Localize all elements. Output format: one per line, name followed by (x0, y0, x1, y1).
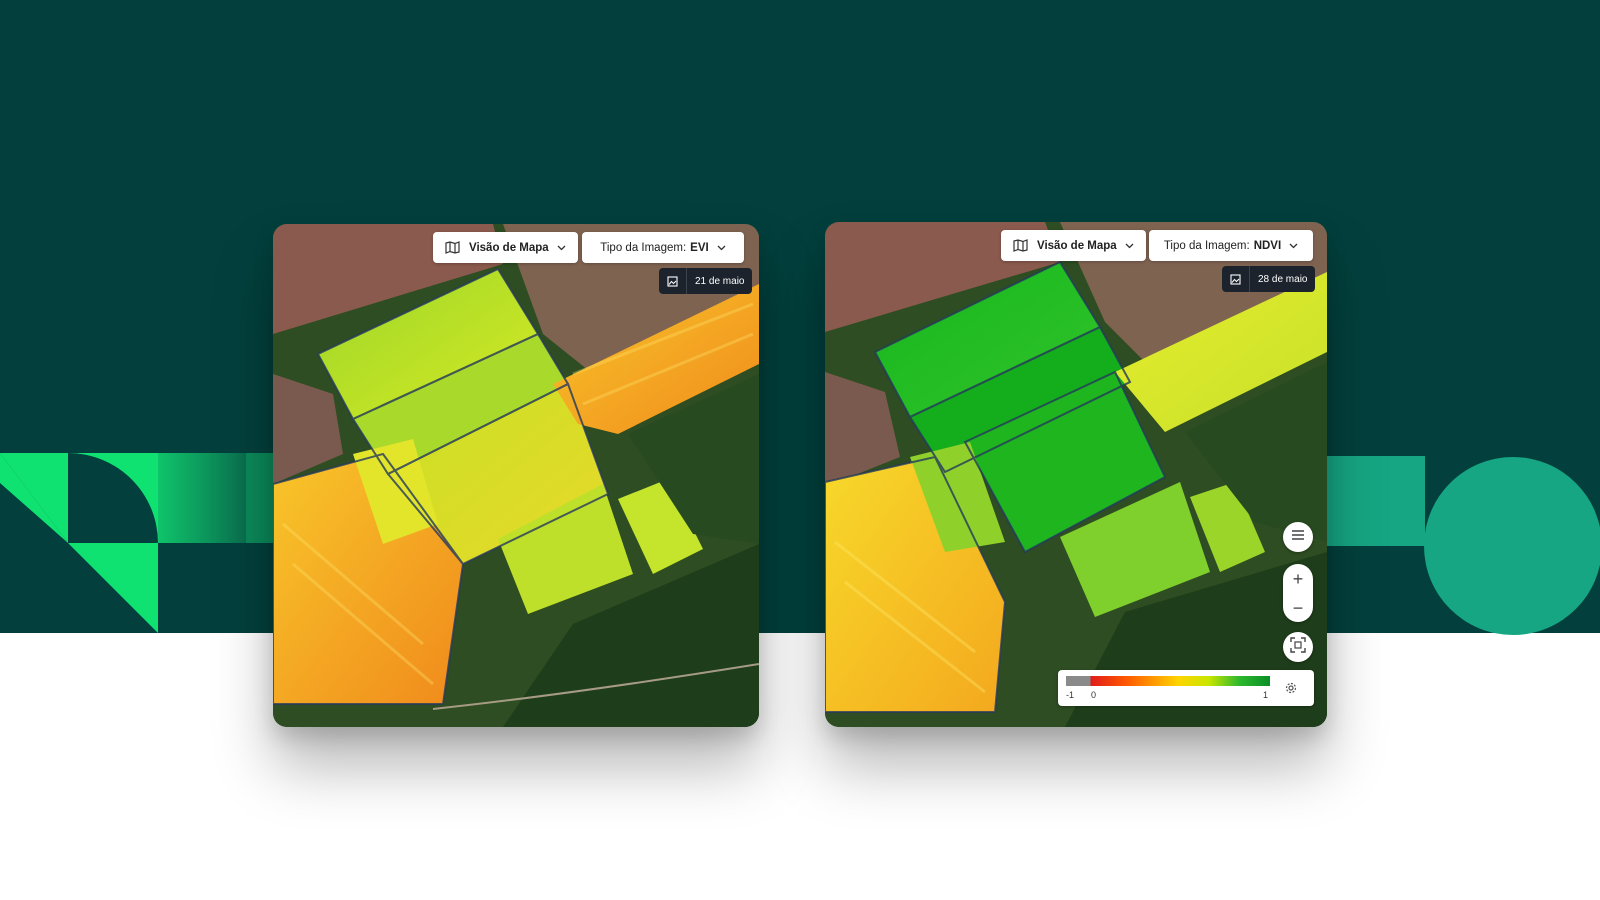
zoom-controls: + − (1283, 564, 1313, 622)
map-icon (1013, 239, 1028, 252)
chevron-down-icon (557, 245, 566, 251)
layers-menu-button[interactable] (1283, 522, 1313, 552)
image-type-prefix: Tipo da Imagem: (600, 241, 687, 254)
image-type-value: NDVI (1253, 239, 1282, 252)
image-type-prefix: Tipo da Imagem: (1163, 239, 1250, 252)
deco-circle-teal (1424, 457, 1600, 635)
map-panel-evi[interactable]: Visão de Mapa Tipo da Imagem: EVI 21 de … (273, 224, 759, 727)
deco-square-teal (1327, 456, 1425, 546)
image-icon (1222, 266, 1250, 292)
legend-min-label: -1 (1066, 690, 1075, 700)
image-icon (659, 268, 687, 294)
satellite-map-ndvi[interactable] (825, 222, 1327, 727)
deco-triangle-bottom (68, 543, 158, 633)
gear-icon[interactable] (1282, 679, 1300, 697)
legend-gradient-bar (1066, 676, 1270, 686)
ndvi-color-legend: -1 0 1 (1058, 670, 1314, 706)
map-panel-ndvi[interactable]: Visão de Mapa Tipo da Imagem: NDVI 28 de… (825, 222, 1327, 727)
chevron-down-icon (1125, 243, 1134, 249)
legend-max-label: 1 (1263, 690, 1269, 700)
chevron-down-icon (1289, 243, 1298, 249)
satellite-map-evi[interactable] (273, 224, 759, 727)
zoom-out-button[interactable]: − (1283, 593, 1313, 622)
map-view-dropdown[interactable]: Visão de Mapa (433, 232, 578, 263)
map-icon (445, 241, 460, 254)
map-view-label: Visão de Mapa (469, 241, 549, 254)
fit-bounds-button[interactable] (1283, 632, 1313, 662)
zoom-in-button[interactable]: + (1283, 564, 1313, 593)
image-type-dropdown[interactable]: Tipo da Imagem: NDVI (1149, 230, 1313, 261)
map-view-label: Visão de Mapa (1037, 239, 1117, 252)
image-type-value: EVI (690, 241, 709, 254)
map-view-dropdown[interactable]: Visão de Mapa (1001, 230, 1146, 261)
image-date-badge[interactable]: 28 de maio (1222, 266, 1316, 292)
deco-gradient-bar (158, 453, 246, 543)
image-date-text: 28 de maio (1258, 273, 1308, 285)
image-date-text: 21 de maio (695, 275, 745, 287)
image-date-badge[interactable]: 21 de maio (659, 268, 753, 294)
decorative-shapes (0, 453, 1600, 635)
fit-bounds-icon (1290, 636, 1306, 658)
image-type-dropdown[interactable]: Tipo da Imagem: EVI (582, 232, 744, 263)
legend-mid-label: 0 (1091, 690, 1097, 700)
chevron-down-icon (717, 245, 726, 251)
menu-icon (1291, 528, 1305, 546)
